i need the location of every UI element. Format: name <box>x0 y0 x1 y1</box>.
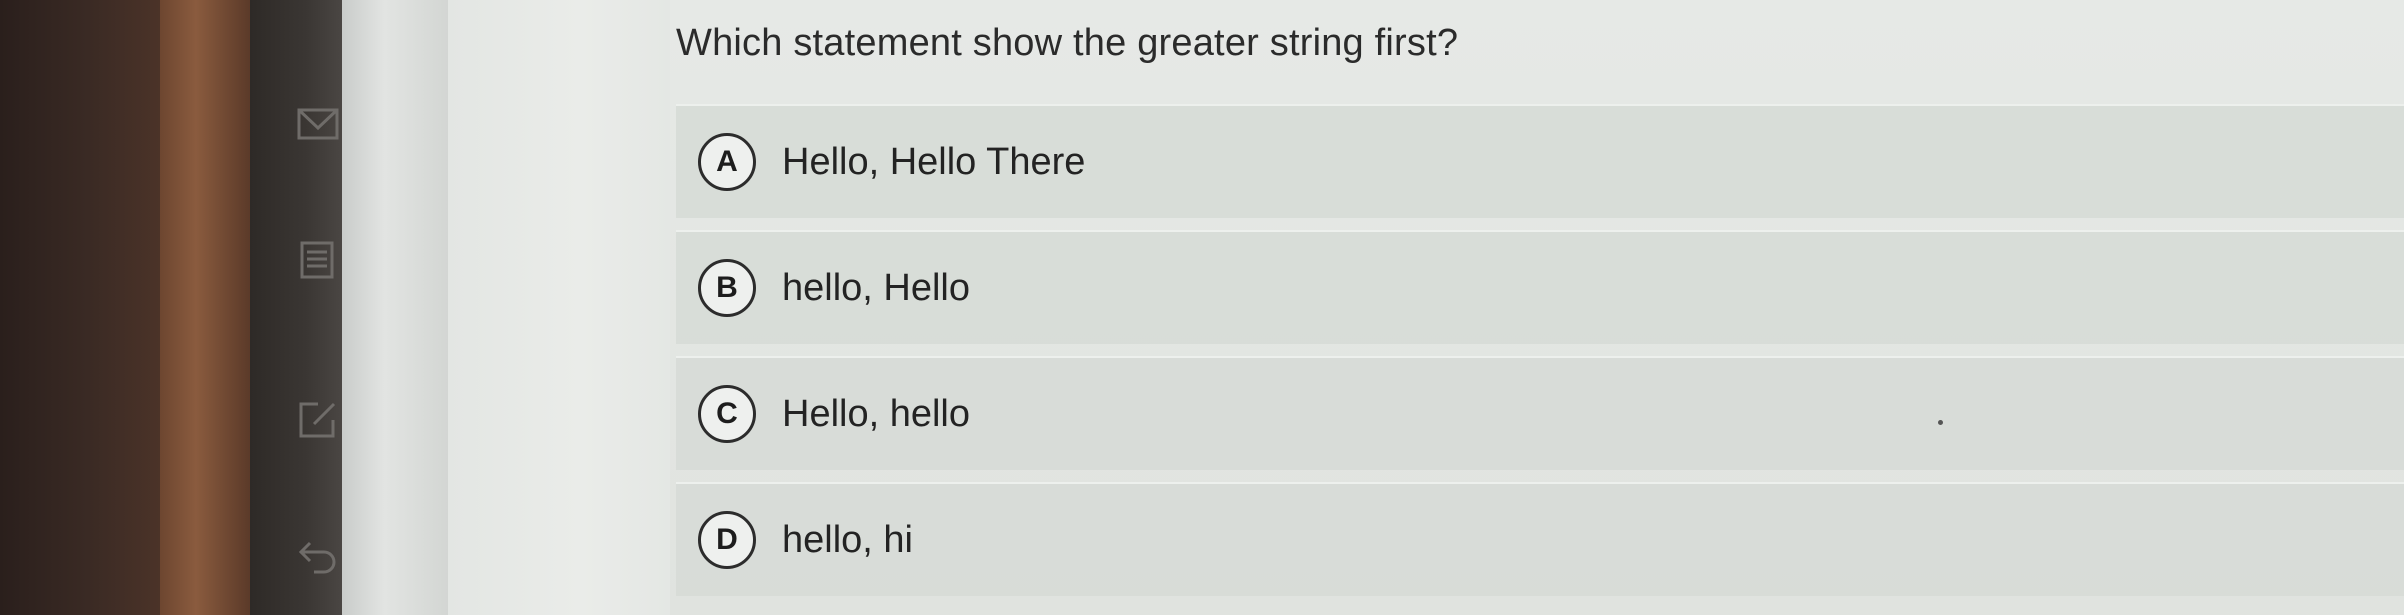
option-label: hello, Hello <box>782 266 970 309</box>
question-text: Which statement show the greater string … <box>676 22 1459 64</box>
option-letter-badge: B <box>698 259 756 317</box>
sidebar <box>250 0 342 615</box>
option-letter-badge: C <box>698 385 756 443</box>
document-icon[interactable] <box>296 240 340 280</box>
option-letter-badge: D <box>698 511 756 569</box>
screen-bezel <box>0 0 160 615</box>
option-letter-badge: A <box>698 133 756 191</box>
option-d[interactable]: D hello, hi <box>676 482 2404 596</box>
sidebar-strip <box>342 0 448 615</box>
back-arrow-icon[interactable] <box>296 535 340 575</box>
desk-edge <box>160 0 250 615</box>
page-gutter <box>448 0 670 615</box>
option-label: Hello, Hello There <box>782 140 1086 183</box>
option-label: Hello, hello <box>782 392 970 435</box>
stray-dot <box>1938 420 1943 425</box>
option-c[interactable]: C Hello, hello <box>676 356 2404 470</box>
option-b[interactable]: B hello, Hello <box>676 230 2404 344</box>
edit-icon[interactable] <box>296 400 340 440</box>
option-a[interactable]: A Hello, Hello There <box>676 104 2404 218</box>
mail-icon[interactable] <box>296 104 340 144</box>
option-label: hello, hi <box>782 518 913 561</box>
